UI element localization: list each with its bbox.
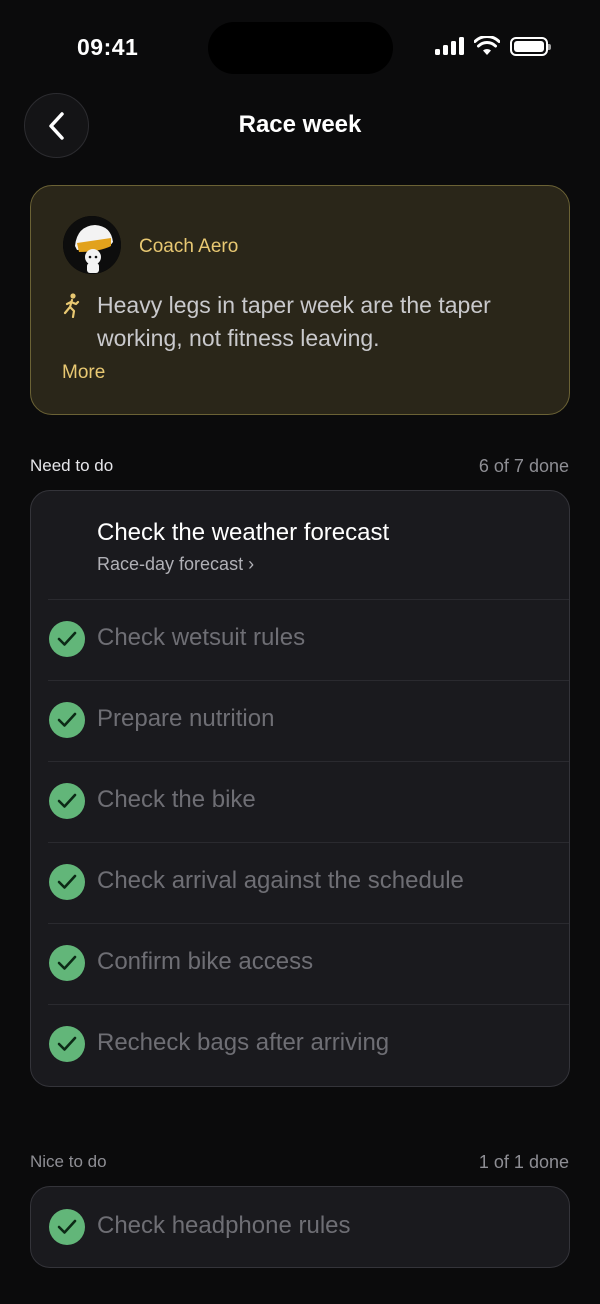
- coach-name: Coach Aero: [139, 236, 239, 257]
- race-day-forecast-link[interactable]: Race-day forecast ›: [97, 554, 254, 575]
- coach-card[interactable]: Coach Aero Heavy legs in taper week are …: [30, 185, 570, 415]
- coach-more-link[interactable]: More: [62, 362, 105, 384]
- checkmark-icon[interactable]: [49, 702, 85, 738]
- nice-to-do-label: Nice to do: [30, 1152, 107, 1171]
- task-row[interactable]: Recheck bags after arriving: [31, 1004, 569, 1085]
- task-label: Check arrival against the schedule: [97, 867, 464, 894]
- task-label: Recheck bags after arriving: [97, 1029, 390, 1056]
- coach-message: Heavy legs in taper week are the taper w…: [97, 292, 491, 351]
- task-title: Check the weather forecast: [97, 519, 390, 546]
- task-label: Confirm bike access: [97, 948, 314, 975]
- task-row[interactable]: Check headphone rules: [31, 1187, 569, 1268]
- status-icons: [435, 36, 551, 56]
- page-title: Race week: [238, 111, 362, 138]
- need-to-do-list: Check the weather forecast Race-day fore…: [30, 490, 570, 1087]
- nice-to-do-count: 1 of 1 done: [478, 1152, 569, 1172]
- nice-to-do-list: Check headphone rules: [30, 1186, 570, 1268]
- task-label: Prepare nutrition: [97, 705, 275, 732]
- coach-avatar: [63, 216, 121, 274]
- checkmark-icon[interactable]: [49, 1209, 85, 1245]
- need-to-do-label: Need to do: [30, 456, 114, 475]
- task-row[interactable]: Check arrival against the schedule: [31, 842, 569, 923]
- runner-icon: [63, 293, 80, 318]
- checkmark-icon[interactable]: [49, 783, 85, 819]
- checkmark-icon[interactable]: [49, 621, 85, 657]
- task-label: Check the bike: [97, 786, 256, 813]
- task-row[interactable]: Check the bike: [31, 761, 569, 842]
- task-label: Check wetsuit rules: [97, 624, 306, 651]
- checkmark-icon[interactable]: [49, 1026, 85, 1062]
- checkmark-icon[interactable]: [49, 945, 85, 981]
- task-row[interactable]: Check wetsuit rules: [31, 599, 569, 680]
- battery-icon: [510, 36, 551, 56]
- checkmark-icon[interactable]: [49, 864, 85, 900]
- wifi-icon: [474, 36, 500, 55]
- dynamic-island: [208, 22, 393, 74]
- status-bar: 09:41: [0, 0, 600, 96]
- need-to-do-count: 6 of 7 done: [478, 456, 569, 476]
- task-pending[interactable]: Check the weather forecast Race-day fore…: [31, 491, 569, 599]
- task-label: Check headphone rules: [97, 1212, 351, 1239]
- cellular-signal-icon: [435, 37, 464, 55]
- task-row[interactable]: Prepare nutrition: [31, 680, 569, 761]
- task-row[interactable]: Confirm bike access: [31, 923, 569, 1004]
- status-time: 09:41: [77, 34, 139, 60]
